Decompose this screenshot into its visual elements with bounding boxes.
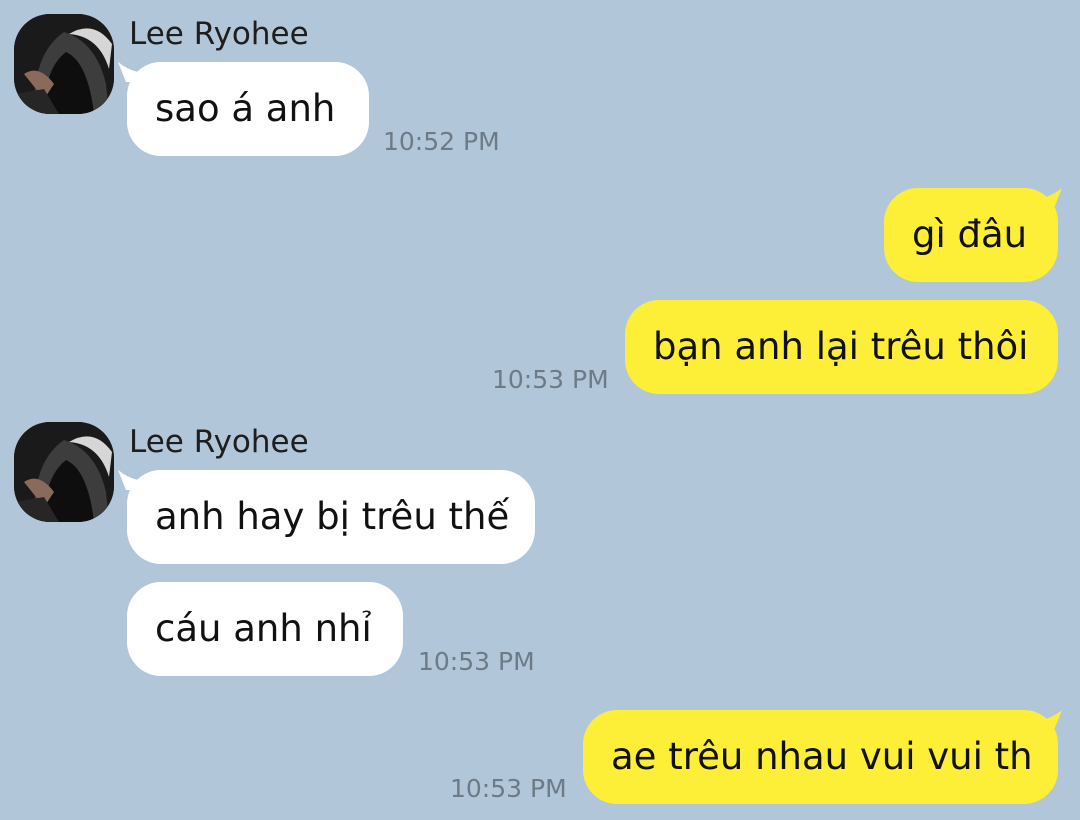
- message-bubble-outgoing[interactable]: bạn anh lại trêu thôi: [625, 300, 1058, 394]
- avatar[interactable]: [14, 422, 114, 522]
- avatar[interactable]: [14, 14, 114, 114]
- message-bubble-incoming[interactable]: sao á anh: [127, 62, 369, 156]
- message-bubble-outgoing[interactable]: gì đâu: [884, 188, 1058, 282]
- message-bubble-outgoing[interactable]: ae trêu nhau vui vui th: [583, 710, 1058, 804]
- message-timestamp: 10:53 PM: [450, 774, 567, 803]
- message-bubble-incoming[interactable]: anh hay bị trêu thế: [127, 470, 535, 564]
- hooded-figure-avatar-icon: [14, 14, 114, 114]
- message-timestamp: 10:52 PM: [383, 127, 500, 156]
- message-bubble-incoming[interactable]: cáu anh nhỉ: [127, 582, 403, 676]
- hooded-figure-avatar-icon: [14, 422, 114, 522]
- message-timestamp: 10:53 PM: [418, 647, 535, 676]
- chat-thread[interactable]: Lee Ryohee sao á anh 10:52 PM gì đâu bạn…: [0, 0, 1080, 820]
- sender-name: Lee Ryohee: [129, 424, 309, 460]
- message-timestamp: 10:53 PM: [492, 365, 609, 394]
- sender-name: Lee Ryohee: [129, 16, 309, 52]
